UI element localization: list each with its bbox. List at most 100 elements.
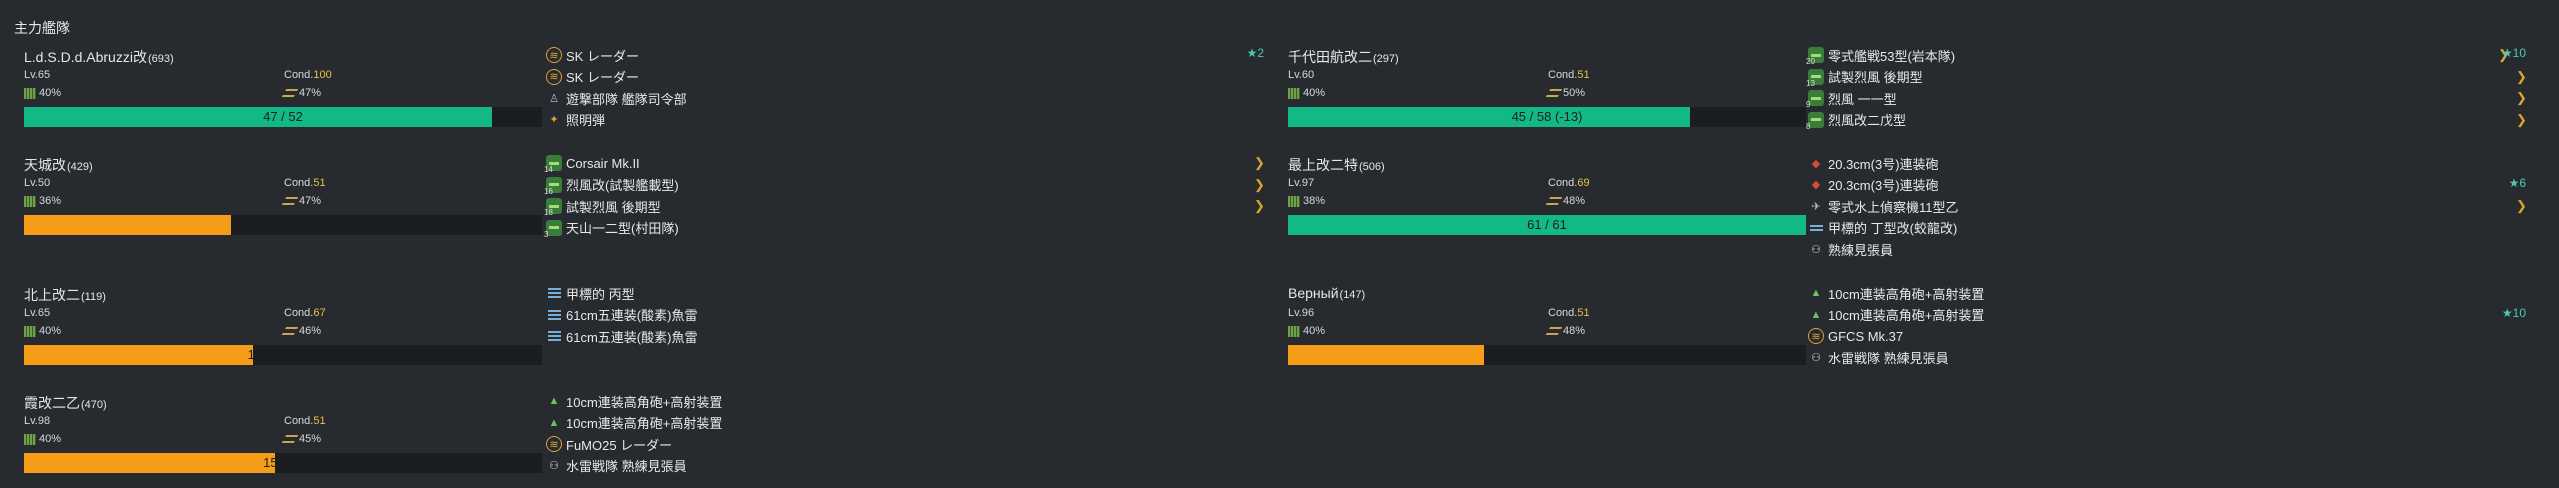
fuel-value: 36% bbox=[39, 195, 62, 207]
equipment-slot[interactable]: 甲標的 丙型 bbox=[546, 283, 1266, 303]
hp-text: 47 / 52 bbox=[263, 109, 303, 124]
equipment-name: 天山一二型(村田隊) bbox=[566, 221, 679, 236]
equipment-slot[interactable]: ♙ 遊撃部隊 艦隊司令部 bbox=[546, 88, 1266, 108]
equipment-slot[interactable]: ◆ 20.3cm(3号)連装砲 ★6 bbox=[1808, 175, 2528, 195]
equipment-slot[interactable]: 14 Corsair Mk.II ❯ bbox=[544, 153, 1266, 174]
equipment-slot[interactable]: ▲ 10cm連装高角砲+高射装置 bbox=[546, 413, 1266, 433]
fuel-status: 36% bbox=[24, 195, 61, 207]
ammo-status: 45% bbox=[281, 433, 321, 445]
ammo-status: 48% bbox=[1545, 325, 1586, 337]
slot-count: 3 bbox=[544, 229, 549, 239]
equipment-slot[interactable]: 18 試製烈風 後期型 ❯ bbox=[544, 196, 1266, 217]
proficiency-chevron-icon: ❯ bbox=[2516, 68, 2527, 84]
equipment-slot[interactable]: 16 烈風改(試製艦載型) ❯ bbox=[544, 175, 1266, 196]
ship-card[interactable]: L.d.S.D.d.Abruzzi改(693) Lv.65 Cond.100 40% 4… bbox=[14, 47, 554, 137]
proficiency-chevron-icon: ❯ bbox=[2516, 90, 2527, 105]
equipment-name: 零式艦戦53型(岩本隊) bbox=[1828, 48, 1956, 64]
improvement-star: ★6 bbox=[2508, 175, 2526, 190]
ship-card[interactable]: 千代田航改二(297) Lv.60 Cond.51 40% 50% 45 / 58 (-1… bbox=[1278, 47, 1818, 137]
slot-count: 9 bbox=[1806, 100, 1811, 109]
ammo-icon bbox=[1545, 197, 1563, 205]
fighter-icon: 20 bbox=[1806, 47, 1824, 66]
ship-name: Верный(147) bbox=[1288, 285, 1365, 301]
secondary-gun-icon: ▲ bbox=[1810, 287, 1822, 299]
equipment-slot[interactable]: ⚇ 水雷戦隊 熟練見張員 bbox=[546, 456, 1266, 476]
equipment-slot[interactable]: 9 烈風 一一型 ❯ bbox=[1806, 88, 2528, 109]
ship-name-text: Верный bbox=[1288, 285, 1339, 301]
ammo-icon bbox=[281, 197, 299, 205]
equipment-slot[interactable]: 20 零式艦戦53型(岩本隊) ❯ ★10 bbox=[1806, 45, 2528, 66]
hp-text: 24 / 60 (-36) bbox=[247, 217, 319, 232]
ship-card[interactable]: 最上改二特(506) Lv.97 Cond.69 38% 48% 61 / 61 bbox=[1278, 155, 1818, 245]
slot-count: 18 bbox=[544, 208, 553, 217]
ship-name-text: L.d.S.D.d.Abruzzi改 bbox=[24, 49, 147, 65]
ship-card[interactable]: 北上改二(119) Lv.65 Cond.67 40% 46% 19 / 43 (-24) bbox=[14, 285, 554, 375]
main-gun-icon: ◆ bbox=[1811, 179, 1821, 191]
ship-card[interactable]: 天城改(429) Lv.50 Cond.51 36% 47% 24 / 60 (-36) bbox=[14, 155, 554, 245]
equipment-name: 試製烈風 後期型 bbox=[566, 199, 661, 215]
lookout-icon: ⚇ bbox=[1811, 352, 1821, 364]
equipment-slot[interactable]: 13 試製烈風 後期型 ❯ bbox=[1806, 67, 2528, 88]
equipment-slot[interactable]: 8 烈風改二戊型 ❯ bbox=[1806, 110, 2528, 131]
ship-id: (147) bbox=[1339, 289, 1366, 301]
ship-id: (506) bbox=[1359, 161, 1385, 173]
midget-sub-icon bbox=[1808, 220, 1824, 236]
equipment-name: 甲標的 丁型改(蛟龍改) bbox=[1828, 221, 1958, 236]
ship-name: 天城改(429) bbox=[24, 155, 93, 175]
equipment-slot[interactable]: ▲ 10cm連装高角砲+高射装置 bbox=[1808, 283, 2528, 303]
secondary-gun-icon: ▲ bbox=[548, 395, 560, 407]
fuel-icon bbox=[24, 195, 36, 207]
fuel-icon bbox=[1288, 87, 1300, 99]
fuel-icon bbox=[24, 325, 36, 337]
ammo-status: 47% bbox=[281, 195, 321, 207]
ship-id: (693) bbox=[147, 53, 174, 65]
fuel-status: 40% bbox=[24, 87, 61, 99]
hp-text: 45 / 58 (-13) bbox=[1511, 109, 1583, 124]
equipment-name: 61cm五連装(酸素)魚雷 bbox=[566, 329, 698, 345]
fuel-value: 40% bbox=[39, 325, 62, 337]
equipment-slot[interactable]: ✦ 照明弾 bbox=[546, 110, 1266, 130]
hp-bar: 61 / 61 bbox=[1288, 215, 1806, 235]
condition-value: 51 bbox=[313, 177, 326, 189]
ammo-status: 46% bbox=[281, 325, 321, 337]
equipment-slot[interactable]: ▲ 10cm連装高角砲+高射装置 ★10 bbox=[1808, 305, 2528, 325]
equipment-slot[interactable]: ◆ 20.3cm(3号)連装砲 bbox=[1808, 153, 2528, 173]
equipment-slot[interactable]: 61cm五連装(酸素)魚雷 bbox=[546, 326, 1266, 346]
equipment-slot[interactable]: 甲標的 丁型改(蛟龍改) bbox=[1808, 218, 2528, 238]
ammo-value: 47% bbox=[299, 87, 322, 99]
equipment-slot[interactable]: 61cm五連装(酸素)魚雷 bbox=[546, 305, 1266, 325]
ship-card[interactable]: Верный(147) Lv.96 Cond.51 40% 48% 14 / 37 (-1… bbox=[1278, 285, 1818, 375]
equipment-slot[interactable]: ⚇ 水雷戦隊 熟練見張員 bbox=[1808, 348, 2528, 368]
personnel-icon: ♙ bbox=[549, 92, 559, 105]
equipment-slot[interactable]: ▲ 10cm連装高角砲+高射装置 bbox=[546, 391, 1266, 411]
equipment-slot[interactable]: ⚇ 熟練見張員 bbox=[1808, 239, 2528, 259]
equipment-name: 10cm連装高角砲+高射装置 bbox=[566, 416, 723, 431]
equipment-slot[interactable]: ≋ SK レーダー bbox=[546, 67, 1266, 87]
ammo-value: 48% bbox=[1563, 195, 1586, 207]
ammo-status: 50% bbox=[1545, 87, 1585, 99]
fighter-icon: 14 bbox=[544, 155, 562, 174]
equipment-name: 甲標的 丙型 bbox=[566, 286, 635, 302]
fighter-icon: 13 bbox=[1806, 68, 1824, 88]
ship-condition: Cond.69 bbox=[1548, 177, 1590, 189]
ship-name-text: 最上改二特 bbox=[1288, 157, 1358, 173]
ammo-value: 48% bbox=[1563, 325, 1586, 337]
ship-card[interactable]: 霞改二乙(470) Lv.98 Cond.51 40% 45% 15 / 31 bbox=[14, 393, 554, 483]
equipment-slot[interactable]: ≋ FuMO25 レーダー bbox=[546, 434, 1266, 454]
equipment-slot[interactable]: ≋ SK レーダー ★2 bbox=[546, 45, 1266, 65]
ammo-status: 47% bbox=[281, 87, 322, 99]
fuel-status: 40% bbox=[24, 325, 61, 337]
ammo-icon bbox=[281, 435, 299, 443]
condition-value: 51 bbox=[1577, 69, 1590, 81]
condition-label: Cond. bbox=[284, 177, 314, 189]
equipment-name: 烈風 一一型 bbox=[1828, 91, 1897, 107]
equipment-slot[interactable]: ≋ GFCS Mk.37 bbox=[1808, 326, 2528, 346]
ship-name: 千代田航改二(297) bbox=[1288, 47, 1399, 67]
proficiency-chevron-icon: ❯ bbox=[1254, 176, 1265, 192]
ship-name-text: 北上改二 bbox=[24, 287, 80, 303]
equipment-name: 10cm連装高角砲+高射装置 bbox=[1828, 286, 1985, 302]
equipment-slot[interactable]: 3 天山一二型(村田隊) bbox=[544, 218, 1266, 239]
ammo-icon bbox=[281, 89, 299, 97]
equipment-name: Corsair Mk.II bbox=[566, 155, 640, 171]
equipment-slot[interactable]: ✈ 零式水上偵察機11型乙 ❯ bbox=[1808, 196, 2528, 216]
